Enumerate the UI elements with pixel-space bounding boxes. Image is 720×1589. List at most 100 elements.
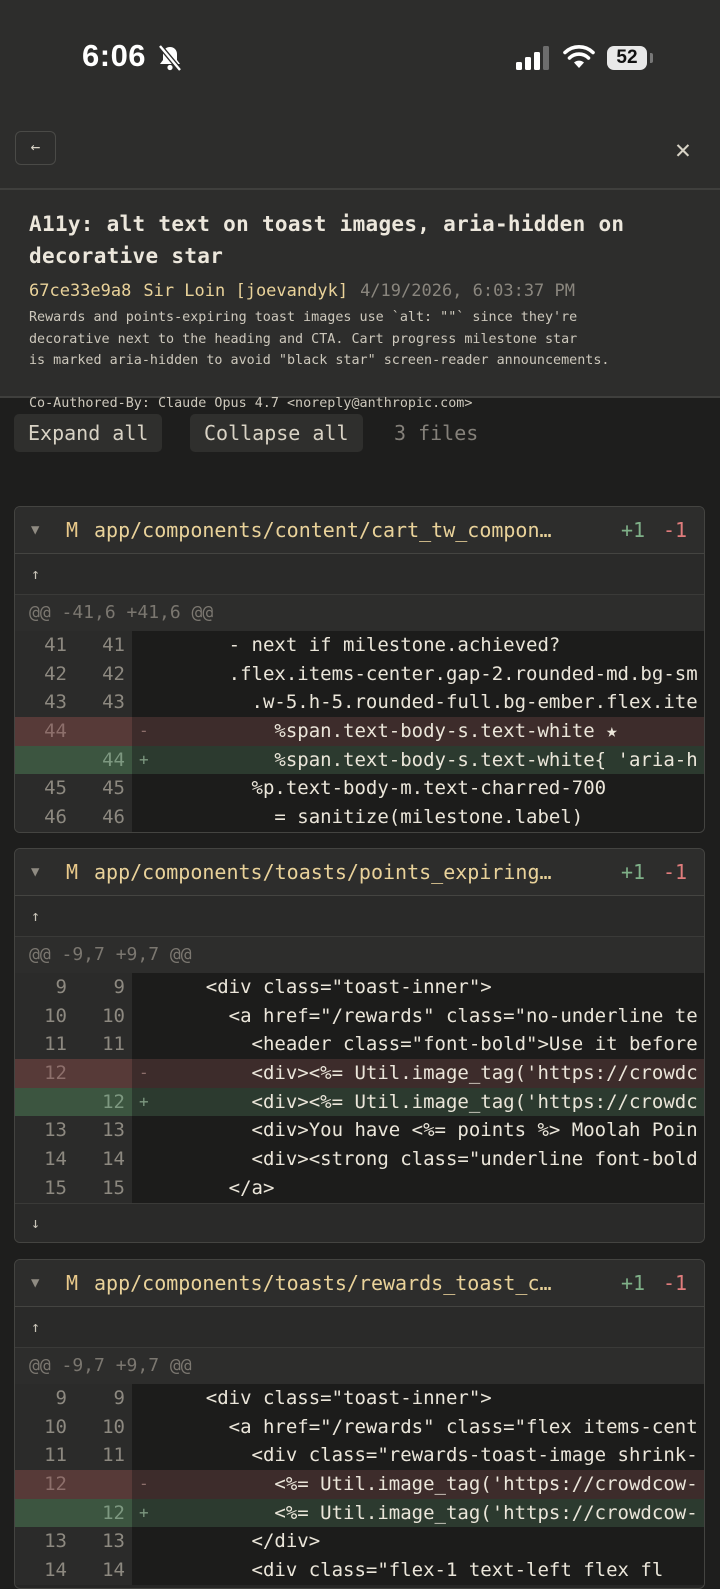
back-button[interactable]: ← [15,131,56,165]
new-line-number: 13 [102,1530,125,1553]
commit-meta: 67ce33e9a8 Sir Loin [joevandyk] 4/19/2026,… [29,280,692,302]
deleted-line: 44 - %span.text-body-s.text-white ★ [15,717,704,746]
wifi-icon [563,45,595,68]
top-bar: ← ✕ [0,116,720,190]
code-text: <div class="rewards-toast-image shrink- [160,1444,698,1467]
bell-slash-icon [158,44,182,72]
new-line-number: 9 [113,1387,125,1409]
context-line: 46 46 = sanitize(milestone.label) [15,803,704,832]
code-text: - next if milestone.achieved? [160,634,561,656]
collapse-all-button[interactable]: Collapse all [190,414,363,452]
code-text: <div class="toast-inner"> [160,1387,492,1409]
diff-file: ▼ M app/components/toasts/rewards_toast_… [14,1259,705,1589]
arrow-up-icon: ↑ [31,907,41,925]
expand-up-button[interactable]: ↑ [15,1307,704,1348]
old-line-number: 9 [55,1387,67,1409]
old-line-number: 11 [44,1033,67,1056]
context-line: 14 14 <div><strong class="underline font-… [15,1145,704,1174]
arrow-up-icon: ↑ [31,1318,41,1336]
new-line-number: 11 [102,1033,125,1056]
deleted-line: 12 - <div><%= Util.image_tag('https://cro… [15,1059,704,1088]
file-status: M [66,860,79,884]
deletions-count: -1 [663,860,688,884]
code-text: <a href="/rewards" class="no-underline t… [160,1004,698,1027]
commit-details: A11y: alt text on toast images, aria-hid… [0,190,720,411]
old-line-number: 9 [55,976,67,998]
context-line: 13 13 <div>You have <%= points %> Moolah … [15,1116,704,1146]
old-line-number: 42 [44,662,67,685]
diff-lines: 41 41 - next if milestone.achieved? 42 42 .… [15,631,704,832]
file-header[interactable]: ▼ M app/components/toasts/points_expirin… [15,849,704,896]
hunk-header: @@ -9,7 +9,7 @@ [15,937,704,973]
context-line: 43 43 .w-5.h-5.rounded-full.bg-ember.flex… [15,688,704,718]
close-icon: ✕ [675,135,691,165]
file-count: 3 files [394,421,479,445]
new-line-number: 9 [113,976,125,998]
new-line-number: 44 [102,748,125,771]
new-line-number: 13 [102,1119,125,1142]
new-line-number: 11 [102,1444,125,1467]
caret-down-icon[interactable]: ▼ [31,849,39,895]
deletions-count: -1 [663,518,688,542]
old-line-number: 12 [44,1062,67,1085]
commit-date: 4/19/2026, 6:03:37 PM [360,281,575,301]
code-text: .flex.items-center.gap-2.rounded-md.bg-s… [160,662,698,685]
old-line-number: 15 [44,1176,67,1199]
caret-down-icon[interactable]: ▼ [31,507,39,553]
battery-tip [650,53,653,63]
expand-all-button[interactable]: Expand all [14,414,163,452]
old-line-number: 45 [44,777,67,800]
old-line-number: 12 [44,1473,67,1496]
old-line-number: 13 [44,1119,67,1142]
close-button[interactable]: ✕ [668,135,698,165]
added-line: 12 + <%= Util.image_tag('https://crowdcow… [15,1498,704,1528]
expand-up-button[interactable]: ↑ [15,896,704,937]
file-path: app/components/toasts/rewards_toast_c… [94,1271,552,1295]
commit-author: Sir Loin [joevandyk] [143,281,349,301]
code-text: <header class="font-bold">Use it before [160,1033,698,1056]
code-text: %p.text-body-m.text-charred-700 [160,777,607,800]
file-header[interactable]: ▼ M app/components/toasts/rewards_toast_… [15,1260,704,1307]
new-line-number: 14 [102,1148,125,1171]
code-text: <div><%= Util.image_tag('https://crowdc [160,1090,698,1113]
new-line-number: 15 [102,1176,125,1199]
context-line: 11 11 <header class="font-bold">Use it be… [15,1030,704,1060]
new-line-number: 12 [102,1090,125,1113]
code-text: </div> [160,1530,321,1553]
file-header[interactable]: ▼ M app/components/content/cart_tw_compo… [15,507,704,554]
expand-up-button[interactable]: ↑ [15,554,704,595]
new-line-number: 10 [102,1004,125,1027]
code-text: <%= Util.image_tag('https://crowdcow- [160,1473,698,1496]
new-line-number: 43 [102,691,125,714]
arrow-left-icon: ← [30,137,41,156]
old-line-number: 11 [44,1444,67,1467]
context-line: 14 14 <div class="flex-1 text-left flex f… [15,1556,704,1585]
caret-down-icon[interactable]: ▼ [31,1260,39,1306]
diff-toolbar: Expand all Collapse all 3 files [0,398,720,466]
code-text: </a> [160,1176,275,1199]
hunk-header: @@ -41,6 +41,6 @@ [15,595,704,631]
new-line-number: 41 [102,634,125,656]
context-line: 41 41 - next if milestone.achieved? [15,631,704,660]
code-text: <div>You have <%= points %> Moolah Poin [160,1119,698,1142]
context-line: 13 13 </div> [15,1527,704,1557]
context-line: 9 9 <div class="toast-inner"> [15,973,704,1002]
expand-down-button[interactable]: ↓ [15,1202,704,1242]
context-line: 15 15 </a> [15,1173,704,1203]
code-text: %span.text-body-s.text-white{ 'aria-h [160,748,698,771]
file-path: app/components/content/cart_tw_compon… [94,518,552,542]
new-line-number: 42 [102,662,125,685]
context-line: 45 45 %p.text-body-m.text-charred-700 [15,774,704,804]
new-line-number: 14 [102,1559,125,1582]
context-line: 10 10 <a href="/rewards" class="flex item… [15,1412,704,1442]
deleted-line: 12 - <%= Util.image_tag('https://crowdcow… [15,1470,704,1499]
code-text: .w-5.h-5.rounded-full.bg-ember.flex.ite [160,691,698,714]
cellular-signal-icon [516,46,549,70]
commit-sha[interactable]: 67ce33e9a8 [29,281,131,301]
diff-marker: - [139,1063,149,1083]
old-line-number: 14 [44,1559,67,1582]
new-line-number: 45 [102,777,125,800]
hunk-header: @@ -9,7 +9,7 @@ [15,1348,704,1384]
code-text: <div class="toast-inner"> [160,976,492,998]
code-text: <div class="flex-1 text-left flex fl [160,1559,664,1582]
